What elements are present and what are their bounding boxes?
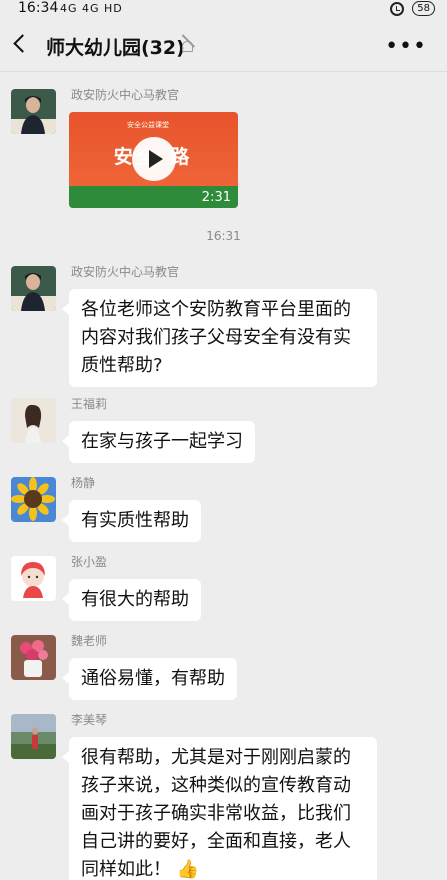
play-icon[interactable]	[132, 137, 176, 181]
status-bar: 16:34 4G 4G HD 58	[0, 0, 447, 20]
sender-name: 政安防火中心马教官	[71, 88, 180, 102]
time-divider: 16:31	[206, 229, 241, 243]
avatar[interactable]	[11, 635, 56, 680]
video-duration: 2:31	[201, 190, 231, 205]
more-options-icon[interactable]: •••	[385, 34, 427, 59]
chat-header: 师大幼儿园(32) •••	[0, 20, 447, 72]
sender-name: 魏老师	[71, 634, 108, 648]
video-message[interactable]: 安全公益课堂 安全 路 2:31	[69, 112, 238, 208]
battery-indicator: 58	[412, 1, 435, 16]
sender-name: 杨静	[71, 476, 96, 490]
message-text: 很有帮助，尤其是对于刚刚启蒙的孩子来说，这种类似的宣传教育动画对于孩子确实非常收…	[81, 747, 351, 880]
thumbs-up-icon: 👍	[176, 859, 200, 880]
mute-icon	[182, 41, 193, 52]
message-bubble[interactable]: 很有帮助，尤其是对于刚刚启蒙的孩子来说，这种类似的宣传教育动画对于孩子确实非常收…	[62, 737, 377, 880]
message-bubble[interactable]: 有实质性帮助	[62, 500, 201, 542]
video-logo: 安全公益课堂	[127, 121, 169, 129]
avatar[interactable]	[11, 398, 56, 443]
message-bubble[interactable]: 有很大的帮助	[62, 579, 201, 621]
chat-area[interactable]: 政安防火中心马教官 安全公益课堂 安全 路 2:31 16:31 政安防火中心马…	[0, 72, 447, 880]
back-icon[interactable]	[13, 34, 32, 53]
message-bubble[interactable]: 通俗易懂，有帮助	[62, 658, 237, 700]
message-bubble[interactable]: 各位老师这个安防教育平台里面的内容对我们孩子父母安全有没有实质性帮助?	[62, 289, 377, 387]
status-time: 16:34	[18, 0, 59, 16]
avatar[interactable]	[11, 477, 56, 522]
sender-name: 王福莉	[71, 397, 108, 411]
sender-name: 张小盈	[71, 555, 108, 569]
avatar[interactable]	[11, 89, 56, 134]
avatar[interactable]	[11, 556, 56, 601]
avatar[interactable]	[11, 266, 56, 311]
sender-name: 政安防火中心马教官	[71, 265, 180, 279]
network-indicator: 4G 4G HD	[60, 2, 123, 15]
avatar[interactable]	[11, 714, 56, 759]
alarm-icon	[390, 1, 405, 16]
sender-name: 李美琴	[71, 713, 108, 727]
chat-title: 师大幼儿园(32)	[46, 37, 185, 59]
message-bubble[interactable]: 在家与孩子一起学习	[62, 421, 255, 463]
